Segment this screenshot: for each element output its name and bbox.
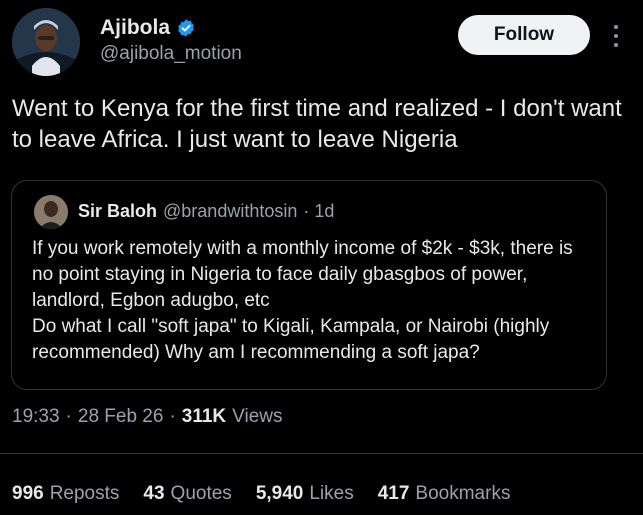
bookmarks-stat[interactable]: 417 Bookmarks	[378, 483, 511, 505]
reposts-stat[interactable]: 996 Reposts	[12, 483, 119, 505]
meta-separator: ·	[65, 406, 72, 427]
views-count: 311K	[181, 406, 227, 427]
author-name-text[interactable]: Ajibola	[100, 16, 170, 40]
quote-text: If you work remotely with a monthly inco…	[32, 238, 573, 363]
author-avatar[interactable]	[12, 8, 80, 76]
likes-label: Likes	[309, 483, 354, 504]
quote-author-name[interactable]: Sir Baloh	[78, 201, 157, 222]
author-handle[interactable]: @ajibola_motion	[100, 43, 242, 65]
tweet-meta: 19:33 · 28 Feb 26 · 311K Views	[12, 406, 283, 428]
divider	[0, 453, 643, 454]
more-options-icon[interactable]	[606, 18, 626, 54]
bookmarks-label: Bookmarks	[415, 483, 511, 504]
views-label: Views	[232, 406, 283, 427]
quote-age: · 1d	[303, 201, 335, 221]
likes-count: 5,940	[255, 483, 304, 504]
reposts-count: 996	[12, 483, 44, 504]
quotes-count: 43	[143, 483, 165, 504]
quote-author-handle[interactable]: @brandwithtosin	[163, 201, 297, 222]
author-name[interactable]: Ajibola	[100, 16, 196, 40]
verified-badge-icon	[176, 18, 196, 38]
engagement-stats: 996 Reposts 43 Quotes 5,940 Likes 417 Bo…	[12, 483, 510, 505]
tweet-date[interactable]: 28 Feb 26	[78, 406, 164, 428]
quotes-stat[interactable]: 43 Quotes	[143, 483, 231, 505]
follow-button[interactable]: Follow	[458, 15, 590, 55]
quote-header: Sir Baloh @brandwithtosin · 1d	[78, 201, 334, 222]
quotes-label: Quotes	[170, 483, 232, 504]
bookmarks-count: 417	[377, 483, 410, 504]
quoted-tweet[interactable]: Sir Baloh @brandwithtosin · 1d If you wo…	[11, 180, 607, 390]
meta-separator: ·	[169, 406, 176, 427]
tweet-time[interactable]: 19:33	[12, 406, 60, 428]
quote-author-avatar[interactable]	[34, 195, 68, 229]
likes-stat[interactable]: 5,940 Likes	[256, 483, 354, 505]
tweet-text: Went to Kenya for the first time and rea…	[12, 95, 622, 153]
reposts-label: Reposts	[49, 483, 120, 504]
